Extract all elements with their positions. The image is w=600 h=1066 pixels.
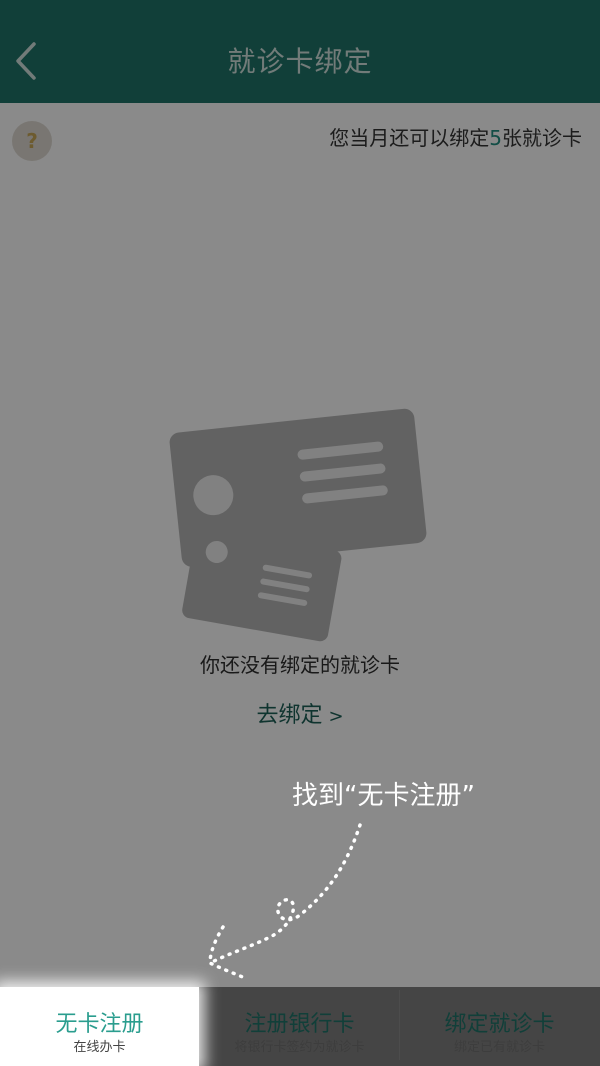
tab-bind-card[interactable]: 绑定就诊卡 绑定已有就诊卡 xyxy=(400,987,599,1066)
tab-label: 注册银行卡 xyxy=(244,1012,355,1037)
page-title: 就诊卡绑定 xyxy=(227,45,373,78)
dotted-arrow-icon xyxy=(195,815,395,985)
tab-sublabel: 绑定已有就诊卡 xyxy=(453,1040,545,1055)
tab-label: 无卡注册 xyxy=(55,1012,144,1037)
tab-sublabel: 在线办卡 xyxy=(73,1040,126,1055)
tab-divider xyxy=(399,990,400,1060)
tab-register-no-card[interactable]: 无卡注册 在线办卡 xyxy=(0,987,199,1066)
quota-count: 5 xyxy=(489,126,502,150)
tab-divider xyxy=(199,990,200,1060)
tab-register-bank-card[interactable]: 注册银行卡 将银行卡签约为就诊卡 xyxy=(200,987,399,1066)
go-bind-label: 去绑定 xyxy=(256,703,323,728)
go-bind-link[interactable]: 去绑定 > xyxy=(0,698,600,735)
quota-prefix: 您当月还可以绑定 xyxy=(329,126,490,150)
cards-illustration xyxy=(160,398,440,643)
quota-text: 您当月还可以绑定5张就诊卡 xyxy=(329,121,582,155)
tab-label: 绑定就诊卡 xyxy=(444,1012,555,1037)
hint-text: 找到“无卡注册” xyxy=(292,781,475,811)
empty-message: 你还没有绑定的就诊卡 xyxy=(200,653,400,677)
chevron-right-icon: > xyxy=(328,706,344,727)
quota-suffix: 张就诊卡 xyxy=(502,126,582,150)
tab-sublabel: 将银行卡签约为就诊卡 xyxy=(234,1040,365,1055)
question-icon[interactable]: ? xyxy=(12,121,52,161)
